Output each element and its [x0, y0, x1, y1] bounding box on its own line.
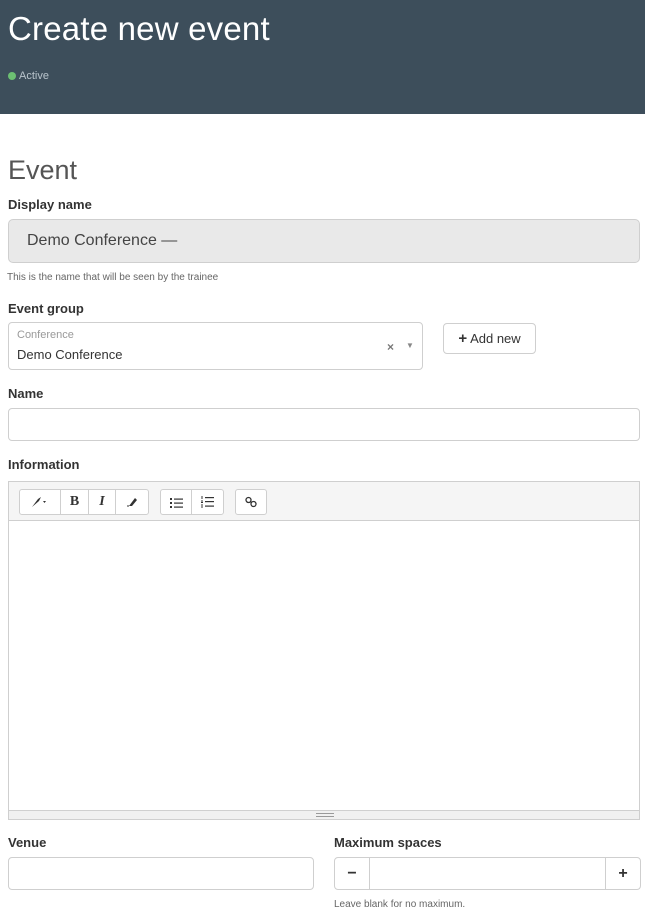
name-label: Name [8, 386, 44, 401]
link-icon [245, 496, 257, 508]
max-spaces-stepper: − + [334, 857, 641, 890]
event-group-select[interactable]: Conference Demo Conference × ▼ [8, 322, 423, 370]
unordered-list-icon [169, 497, 183, 508]
page-title: Create new event [8, 10, 270, 47]
add-new-label: Add new [470, 331, 521, 346]
information-label: Information [8, 457, 80, 472]
status-indicator: Active [8, 70, 49, 82]
display-name-help: This is the name that will be seen by th… [7, 272, 219, 283]
event-group-value: Demo Conference [17, 347, 123, 362]
plus-icon: + [458, 330, 468, 347]
eraser-icon [127, 498, 137, 507]
clear-icon[interactable]: × [387, 340, 394, 354]
ordered-list-icon [201, 496, 214, 508]
eraser-button[interactable] [116, 490, 148, 514]
event-group-label: Event group [8, 301, 84, 316]
editor-toolbar: B I [9, 482, 639, 521]
venue-label: Venue [8, 835, 47, 850]
increment-button[interactable]: + [605, 858, 640, 889]
toolbar-group-format: B I [19, 489, 149, 515]
display-name-label: Display name [8, 197, 92, 212]
toolbar-group-lists [160, 489, 224, 515]
style-dropdown-button[interactable] [20, 490, 61, 514]
unordered-list-button[interactable] [161, 490, 192, 514]
venue-input[interactable] [8, 857, 314, 890]
add-new-button[interactable]: + Add new [443, 323, 536, 354]
link-button[interactable] [236, 490, 266, 514]
editor-resize-handle[interactable] [9, 810, 639, 819]
italic-button[interactable]: I [89, 490, 116, 514]
max-spaces-help: Leave blank for no maximum. [334, 899, 466, 910]
name-input[interactable] [8, 408, 640, 441]
section-title: Event [8, 155, 78, 185]
page-header: Create new event Active [0, 0, 645, 114]
display-name-value: Demo Conference — [27, 232, 178, 249]
max-spaces-input[interactable] [370, 858, 605, 889]
decrement-button[interactable]: − [335, 858, 370, 889]
ordered-list-button[interactable] [192, 490, 223, 514]
toolbar-group-link [235, 489, 267, 515]
information-textarea[interactable] [9, 521, 639, 810]
display-name-field: Demo Conference — [8, 219, 640, 263]
information-editor: B I [8, 481, 640, 820]
brush-icon [32, 497, 46, 507]
bold-button[interactable]: B [61, 490, 89, 514]
grip-icon [316, 813, 334, 817]
chevron-down-icon[interactable]: ▼ [406, 341, 414, 350]
status-label: Active [19, 70, 49, 82]
max-spaces-label: Maximum spaces [334, 835, 442, 850]
event-group-sublabel: Conference [17, 329, 74, 341]
status-dot-icon [8, 72, 16, 80]
